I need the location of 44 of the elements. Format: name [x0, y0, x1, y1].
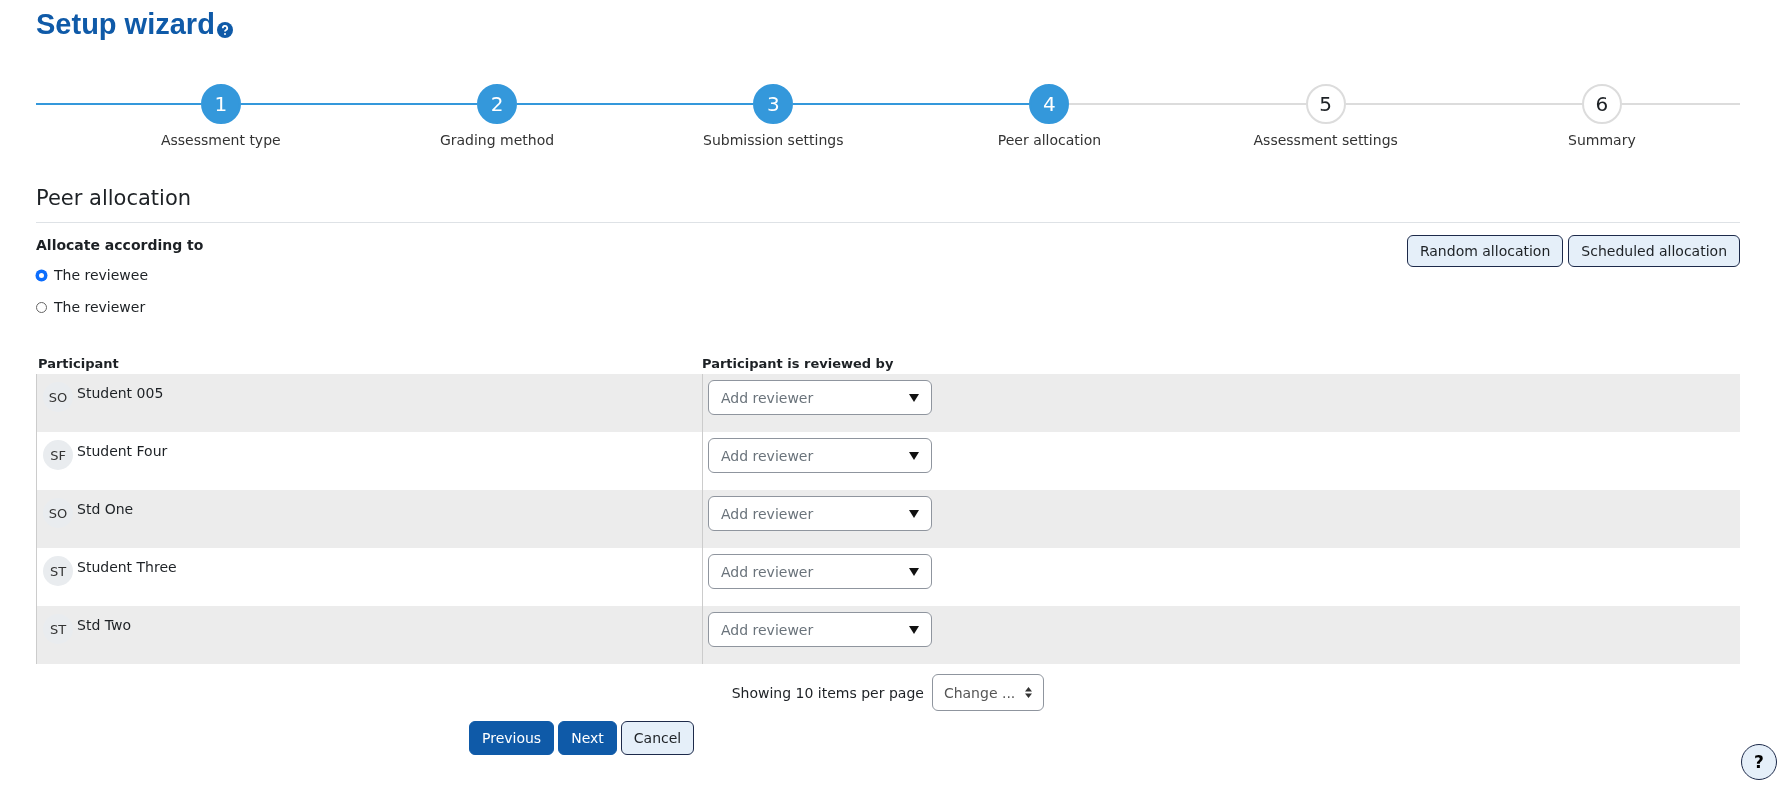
help-icon[interactable]: [216, 22, 233, 38]
caret-icon: [909, 451, 919, 460]
caret-icon: [909, 567, 919, 576]
step-label: Assessment type: [160, 132, 281, 148]
reviewer-select[interactable]: Add reviewer: [708, 612, 932, 647]
participant-name: Std One: [77, 501, 134, 517]
caret-icon: [909, 625, 919, 634]
per-page-select[interactable]: Change ...: [931, 674, 1045, 711]
caret-icon: [909, 393, 919, 402]
reviewer-select[interactable]: Add reviewer: [708, 380, 932, 415]
pagination-label: Showing 10 items per page: [731, 684, 924, 701]
reviewer-select[interactable]: Add reviewer: [708, 496, 932, 531]
participant-name: Student 005: [77, 385, 164, 401]
column-header: Participant is reviewed by: [702, 356, 895, 371]
reviewer-select[interactable]: Add reviewer: [708, 554, 932, 589]
step-label: Assessment settings: [1253, 132, 1398, 148]
step-number[interactable]: 5: [1305, 84, 1346, 124]
avatar: SF: [43, 440, 73, 470]
avatar: ST: [43, 556, 73, 586]
participant-name: Student Three: [77, 559, 177, 575]
nav-button[interactable]: Next: [558, 721, 617, 755]
radio-label[interactable]: The reviewee: [54, 267, 148, 283]
step-label: Submission settings: [703, 132, 844, 148]
participant-name: Std Two: [77, 617, 131, 633]
page-title: Setup wizard: [36, 8, 215, 41]
nav-button[interactable]: Previous: [469, 721, 555, 755]
step-label: Peer allocation: [997, 132, 1102, 148]
allocation-button[interactable]: Scheduled allocation: [1568, 235, 1740, 267]
section-heading: Peer allocation: [36, 186, 1740, 223]
help-button[interactable]: ?: [1741, 744, 1777, 780]
radio-button[interactable]: [36, 269, 47, 281]
step-label: Summary: [1568, 132, 1636, 148]
step-number[interactable]: 6: [1581, 84, 1622, 124]
allocate-label: Allocate according to: [36, 237, 204, 253]
radio-label[interactable]: The reviewer: [54, 299, 146, 315]
step-label: Grading method: [439, 132, 555, 148]
sort-icon: [1025, 687, 1033, 698]
allocation-button[interactable]: Random allocation: [1406, 235, 1564, 267]
reviewer-select[interactable]: Add reviewer: [708, 438, 932, 473]
column-header: Participant: [37, 356, 120, 371]
radio-button[interactable]: [36, 301, 47, 313]
cancel-button[interactable]: Cancel: [620, 721, 695, 755]
participant-name: Student Four: [77, 443, 168, 459]
caret-icon: [909, 509, 919, 518]
